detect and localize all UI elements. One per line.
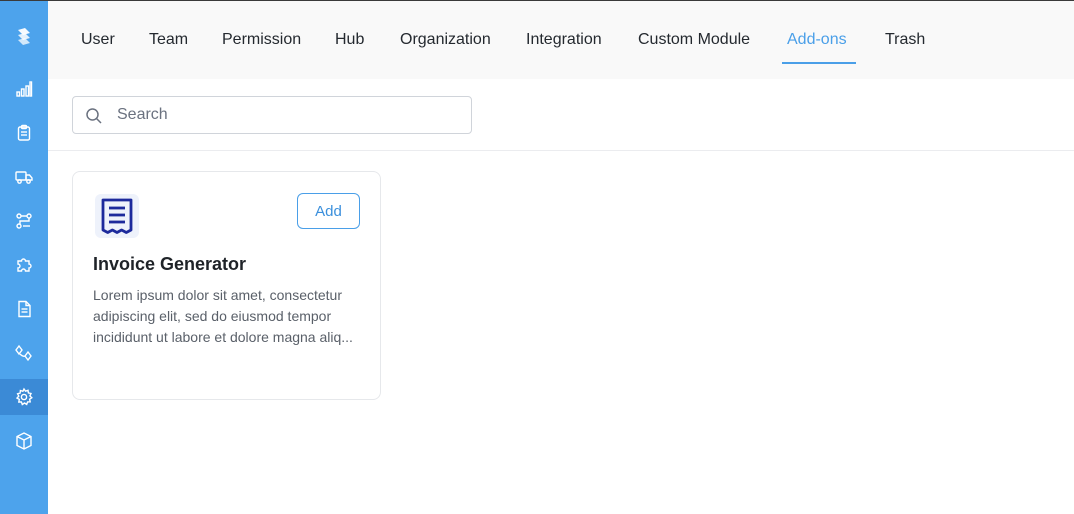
sidebar-item-integrations[interactable] (0, 247, 48, 283)
puzzle-icon (17, 258, 32, 272)
tab-user[interactable]: User (81, 30, 115, 50)
tab-custom-module[interactable]: Custom Module (638, 30, 750, 50)
search-box[interactable] (72, 96, 472, 134)
sidebar-item-workflow[interactable] (0, 203, 48, 239)
sidebar (0, 1, 48, 514)
sidebar-item-routes[interactable] (0, 335, 48, 371)
addon-card: Add Invoice Generator Lorem ipsum dolor … (72, 171, 381, 400)
cube-icon (16, 432, 32, 450)
tab-organization[interactable]: Organization (400, 30, 491, 50)
sidebar-item-orders[interactable] (0, 115, 48, 151)
clipboard-icon (17, 124, 31, 141)
sidebar-item-shipping[interactable] (0, 159, 48, 195)
tab-team[interactable]: Team (149, 30, 188, 50)
sidebar-item-analytics[interactable] (0, 71, 48, 107)
bar-chart-icon (16, 81, 33, 97)
search-bar-row (48, 79, 1074, 151)
tab-trash[interactable]: Trash (885, 30, 925, 50)
tab-hub[interactable]: Hub (335, 30, 364, 50)
tab-permission[interactable]: Permission (222, 30, 301, 50)
tab-add-ons[interactable]: Add-ons (787, 30, 847, 50)
gear-icon (15, 387, 33, 406)
route-icon (15, 344, 32, 362)
workflow-icon (16, 213, 32, 229)
sidebar-item-settings[interactable] (0, 379, 48, 415)
addon-description: Lorem ipsum dolor sit amet, consectetur … (93, 287, 353, 345)
document-icon (18, 300, 31, 318)
app-window: User Team Permission Hub Organization In… (0, 0, 1074, 514)
sidebar-item-documents[interactable] (0, 291, 48, 327)
search-icon (86, 108, 102, 124)
settings-tabs: User Team Permission Hub Organization In… (48, 1, 1074, 79)
brand-logo-icon[interactable] (0, 23, 48, 51)
addon-title: Invoice Generator (93, 254, 247, 274)
tab-integration[interactable]: Integration (526, 30, 602, 50)
active-tab-indicator (782, 62, 856, 64)
receipt-icon (95, 194, 139, 238)
add-button[interactable]: Add (297, 193, 360, 229)
sidebar-item-products[interactable] (0, 423, 48, 459)
search-input[interactable] (117, 97, 457, 133)
main-content: User Team Permission Hub Organization In… (48, 1, 1074, 514)
truck-icon (15, 171, 33, 184)
